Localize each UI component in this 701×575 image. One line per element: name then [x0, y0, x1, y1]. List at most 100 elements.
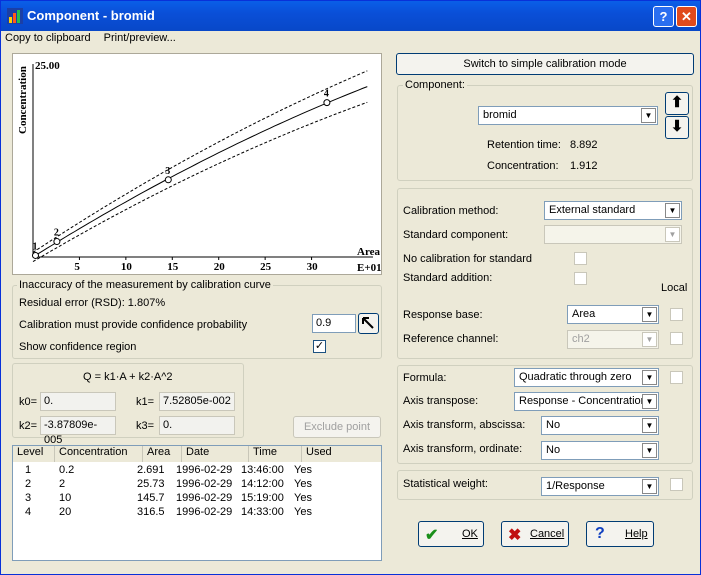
col-used[interactable]: Used	[302, 446, 381, 462]
col-concentration[interactable]: Concentration	[55, 446, 143, 462]
point-label: 1	[32, 241, 37, 252]
menu-print-preview[interactable]: Print/preview...	[104, 32, 176, 44]
cross-icon: ✖	[508, 527, 522, 544]
cell: 2.691	[137, 464, 165, 476]
axis-transpose-label: Axis transpose:	[403, 395, 479, 407]
formula-text: Q = k1·A + k2·A^2	[83, 371, 173, 383]
formula-label: Formula:	[403, 372, 447, 384]
weight-value: 1/Response	[546, 480, 605, 492]
data-point	[31, 251, 39, 259]
weight-checkbox[interactable]	[670, 478, 683, 491]
cell: 2	[59, 478, 66, 490]
calibration-table: Level Concentration Area Date Time Used …	[12, 445, 382, 561]
response-base-select[interactable]: Area ▼	[567, 305, 659, 324]
std-addition-checkbox[interactable]	[574, 272, 587, 285]
checkmark-icon: ✔	[425, 527, 439, 544]
cell: 25.73	[137, 478, 165, 490]
confidence-prob-input[interactable]: 0.9	[312, 314, 356, 333]
move-up-button[interactable]: ⬆	[665, 92, 689, 115]
show-confidence-checkbox[interactable]: ✓	[313, 340, 326, 353]
abscissa-select[interactable]: No ▼	[541, 416, 659, 435]
method-select[interactable]: External standard ▼	[544, 201, 682, 220]
cell: 2	[25, 478, 32, 490]
k3-field: 0.	[159, 416, 235, 435]
chevron-down-icon: ▼	[642, 479, 657, 494]
cell: 1996-02-29	[176, 492, 233, 504]
help-label: Help	[625, 528, 648, 540]
local-response-checkbox[interactable]	[670, 308, 683, 321]
std-addition-label: Standard addition:	[403, 272, 493, 284]
confidence-prob-label: Calibration must provide confidence prob…	[19, 319, 248, 331]
title-bar: Component - bromid ? ✕	[1, 1, 700, 31]
inaccuracy-group-label: Inaccuracy of the measurement by calibra…	[17, 279, 273, 291]
close-button[interactable]: ✕	[676, 6, 697, 27]
retention-time-label: Retention time:	[487, 139, 561, 151]
local-channel-checkbox[interactable]	[670, 332, 683, 345]
col-time[interactable]: Time	[249, 446, 302, 462]
cell: 0.2	[59, 464, 75, 476]
component-select[interactable]: bromid ▼	[478, 106, 658, 125]
window-title: Component - bromid	[27, 8, 155, 23]
component-group-label: Component:	[403, 79, 467, 91]
no-calibration-checkbox[interactable]	[574, 252, 587, 265]
table-header: Level Concentration Area Date Time Used	[13, 446, 381, 462]
cell: 1996-02-29	[176, 478, 233, 490]
chevron-down-icon: ▼	[642, 370, 657, 385]
menu-copy-clipboard[interactable]: Copy to clipboard	[5, 32, 91, 44]
no-calibration-label: No calibration for standard	[403, 253, 533, 265]
std-component-select[interactable]: ▼	[544, 225, 682, 244]
dialog-window: Component - bromid ? ✕ Copy to clipboard…	[0, 0, 701, 575]
col-level[interactable]: Level	[13, 446, 55, 462]
table-row[interactable]: 4 20 316.5 1996-02-29 14:33:00 Yes	[13, 506, 381, 520]
app-icon	[7, 8, 23, 24]
ok-button[interactable]: ✔ OK	[418, 521, 484, 547]
cell: 10	[59, 492, 72, 504]
cell: 13:46:00	[241, 464, 284, 476]
point-label: 3	[165, 166, 170, 177]
show-confidence-label: Show confidence region	[19, 341, 137, 353]
pick-arrow-icon	[362, 317, 374, 329]
k2-field: -3.87809e-005	[40, 416, 116, 446]
chevron-down-icon: ▼	[642, 418, 657, 433]
k1-label: k1=	[136, 396, 155, 408]
question-icon: ?	[595, 525, 605, 542]
col-area[interactable]: Area	[143, 446, 182, 462]
calibration-curve	[32, 86, 368, 258]
chevron-down-icon: ▼	[665, 203, 680, 218]
x-tick-label: 30	[307, 261, 319, 273]
formula-checkbox[interactable]	[670, 371, 683, 384]
chevron-down-icon: ▼	[665, 227, 680, 242]
method-select-value: External standard	[549, 204, 636, 216]
axis-transpose-select[interactable]: Response - Concentration ▼	[514, 392, 659, 411]
col-date[interactable]: Date	[182, 446, 249, 462]
ref-channel-select[interactable]: ch2 ▼	[567, 330, 659, 349]
cancel-button[interactable]: ✖ Cancel	[501, 521, 569, 547]
move-down-button[interactable]: ⬇	[665, 116, 689, 139]
abscissa-value: No	[546, 419, 561, 431]
chevron-down-icon: ▼	[642, 307, 657, 322]
calibration-chart: 1 2 3 4 5 10 15 20 25 30 Concentration 25.00 Area E+0…	[12, 53, 382, 275]
cell: 3	[25, 492, 32, 504]
ordinate-value: No	[546, 444, 561, 456]
pick-button[interactable]	[358, 313, 379, 334]
weight-select[interactable]: 1/Response ▼	[541, 477, 659, 496]
ordinate-select[interactable]: No ▼	[541, 441, 659, 460]
table-row[interactable]: 3 10 145.7 1996-02-29 15:19:00 Yes	[13, 492, 381, 506]
x-multiplier-label: E+01	[357, 262, 381, 274]
cell: 1	[25, 464, 32, 476]
cell: 4	[25, 506, 32, 518]
cell: Yes	[294, 478, 312, 490]
help-button[interactable]: ? Help	[586, 521, 654, 547]
residual-error-text: Residual error (RSD): 1.807%	[19, 297, 166, 309]
exclude-point-button[interactable]: Exclude point	[293, 416, 381, 438]
help-title-button[interactable]: ?	[653, 6, 674, 27]
formula-select[interactable]: Quadratic through zero ▼	[514, 368, 659, 387]
chevron-down-icon: ▼	[642, 443, 657, 458]
simple-mode-button[interactable]: Switch to simple calibration mode	[396, 53, 694, 75]
menu-bar: Copy to clipboard Print/preview...	[5, 32, 186, 48]
table-row[interactable]: 2 2 25.73 1996-02-29 14:12:00 Yes	[13, 478, 381, 492]
k2-label: k2=	[19, 420, 38, 432]
chevron-down-icon: ▼	[642, 394, 657, 409]
ordinate-label: Axis transform, ordinate:	[403, 443, 523, 455]
table-row[interactable]: 1 0.2 2.691 1996-02-29 13:46:00 Yes	[13, 464, 381, 478]
